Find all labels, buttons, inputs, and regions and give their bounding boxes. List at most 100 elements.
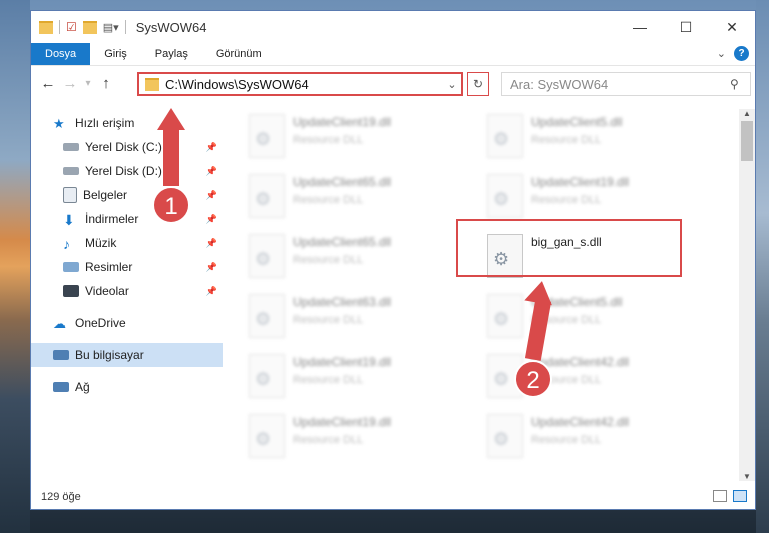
highlight-box-dll-file (456, 219, 682, 277)
ribbon-tabs: Dosya Giriş Paylaş Görünüm ⌄ ? (31, 43, 755, 66)
arrow-1-head (157, 108, 185, 130)
pin-icon[interactable]: 📌 (206, 142, 217, 153)
file-item[interactable]: ⚙ UpdateClient65.dll Resource DLL (223, 171, 443, 229)
dll-file-icon: ⚙ (487, 174, 523, 218)
document-icon (63, 187, 77, 203)
drive-icon (63, 143, 79, 151)
scrollbar-thumb[interactable] (741, 121, 753, 161)
sidebar-item-documents[interactable]: Belgeler 📌 (31, 183, 223, 207)
scroll-down-icon[interactable]: ▼ (739, 472, 755, 481)
sidebar-item-pictures[interactable]: Resimler 📌 (31, 255, 223, 279)
recent-locations-button[interactable]: ▾ (81, 78, 95, 89)
file-type: Resource DLL (293, 194, 364, 206)
separator (59, 20, 60, 34)
search-icon[interactable]: ⚲ (730, 77, 750, 91)
separator (124, 20, 126, 34)
arrow-1-shaft (163, 128, 179, 186)
view-buttons (713, 490, 747, 502)
file-name: UpdateClient19.dll (293, 415, 392, 429)
dll-file-icon: ⚙ (249, 174, 285, 218)
vertical-scrollbar[interactable]: ▲ ▼ (739, 109, 755, 481)
dll-file-icon: ⚙ (487, 114, 523, 158)
customize-toolbar-icon[interactable]: ▤▾ (103, 21, 119, 34)
scroll-up-icon[interactable]: ▲ (739, 109, 755, 118)
sidebar-item-label: Ağ (75, 380, 90, 394)
pin-icon[interactable]: 📌 (206, 262, 217, 273)
file-item[interactable]: ⚙ UpdateClient19.dll Resource DLL (223, 351, 443, 409)
file-list: ⚙ UpdateClient19.dll Resource DLL ⚙ Updat… (223, 109, 741, 477)
maximize-button[interactable]: ☐ (663, 11, 709, 43)
file-name: UpdateClient19.dll (531, 175, 630, 189)
computer-icon (53, 350, 69, 360)
video-icon (63, 285, 79, 297)
search-box[interactable]: Ara: SysWOW64 ⚲ (501, 72, 751, 96)
dll-file-icon: ⚙ (249, 414, 285, 458)
desktop-background-right (756, 0, 769, 533)
file-type: Resource DLL (531, 194, 602, 206)
sidebar-item-quick-access[interactable]: ★ Hızlı erişim (31, 111, 223, 135)
close-button[interactable]: ✕ (709, 11, 755, 43)
pin-icon[interactable]: 📌 (206, 190, 217, 201)
tab-share[interactable]: Paylaş (141, 43, 202, 65)
status-bar: 129 öğe (31, 485, 755, 509)
folder-icon (39, 20, 53, 34)
sidebar-item-videos[interactable]: Videolar 📌 (31, 279, 223, 303)
pin-icon[interactable]: 📌 (206, 286, 217, 297)
help-button[interactable]: ? (734, 46, 749, 61)
file-item[interactable]: ⚙ UpdateClient42.dll Resource DLL (461, 411, 681, 469)
search-input[interactable]: Ara: SysWOW64 (502, 77, 730, 92)
details-view-icon[interactable] (713, 490, 727, 502)
file-item[interactable]: ⚙ UpdateClient19.dll Resource DLL (223, 111, 443, 169)
sidebar-item-network[interactable]: Ağ (31, 375, 223, 399)
refresh-button[interactable]: ↻ (467, 72, 489, 96)
arrow-2-head (524, 278, 556, 306)
desktop-background-left (0, 0, 30, 533)
new-folder-icon[interactable] (82, 20, 97, 34)
sidebar-item-local-disk-d[interactable]: Yerel Disk (D:) 📌 (31, 159, 223, 183)
back-button[interactable]: ← (37, 75, 59, 92)
tab-view[interactable]: Görünüm (202, 43, 276, 65)
sidebar-item-downloads[interactable]: ⬇ İndirmeler 📌 (31, 207, 223, 231)
chevron-down-icon[interactable]: ⌄ (443, 78, 461, 91)
dll-file-icon: ⚙ (249, 114, 285, 158)
properties-icon[interactable]: ☑ (66, 20, 77, 34)
tab-file[interactable]: Dosya (31, 43, 91, 65)
file-name: UpdateClient19.dll (293, 115, 392, 129)
title-bar: ☑ ▤▾ SysWOW64 — ☐ ✕ (31, 11, 755, 43)
sidebar-item-local-disk-c[interactable]: Yerel Disk (C:) 📌 (31, 135, 223, 159)
dll-file-icon: ⚙ (487, 294, 523, 338)
up-button[interactable]: ↑ (95, 75, 117, 92)
minimize-button[interactable]: — (617, 11, 663, 43)
expand-ribbon-icon[interactable]: ⌄ (717, 47, 726, 60)
pin-icon[interactable]: 📌 (206, 238, 217, 249)
file-type: Resource DLL (293, 434, 364, 446)
sidebar-item-label: Hızlı erişim (75, 116, 135, 130)
dll-file-icon: ⚙ (249, 234, 285, 278)
file-type: Resource DLL (531, 134, 602, 146)
tab-home[interactable]: Giriş (90, 43, 141, 65)
file-type: Resource DLL (293, 134, 364, 146)
address-path[interactable]: C:\Windows\SysWOW64 (165, 77, 443, 92)
sidebar-item-onedrive[interactable]: ☁ OneDrive (31, 311, 223, 335)
sidebar-item-label: Yerel Disk (D:) (85, 164, 162, 178)
forward-button[interactable]: → (59, 75, 81, 92)
sidebar-item-label: İndirmeler (85, 212, 139, 226)
file-name: UpdateClient65.dll (293, 175, 392, 189)
pin-icon[interactable]: 📌 (206, 214, 217, 225)
drive-icon (63, 167, 79, 175)
sidebar-item-this-pc[interactable]: Bu bilgisayar (31, 343, 223, 367)
file-item[interactable]: ⚙ UpdateClient5.dll Resource DLL (461, 111, 681, 169)
sidebar-item-label: Belgeler (83, 188, 128, 202)
dll-file-icon: ⚙ (249, 354, 285, 398)
sidebar-item-music[interactable]: ♪ Müzik 📌 (31, 231, 223, 255)
music-icon: ♪ (63, 236, 70, 252)
address-bar[interactable]: C:\Windows\SysWOW64 ⌄ (137, 72, 463, 96)
file-item[interactable]: ⚙ UpdateClient19.dll Resource DLL (223, 411, 443, 469)
file-item[interactable]: ⚙ UpdateClient65.dll Resource DLL (223, 231, 443, 289)
sidebar-item-label: Bu bilgisayar (75, 348, 144, 362)
pin-icon[interactable]: 📌 (206, 166, 217, 177)
file-item[interactable]: ⚙ UpdateClient63.dll Resource DLL (223, 291, 443, 349)
file-item[interactable]: ⚙ UpdateClient42.dll Resource DLL (461, 351, 681, 409)
large-icons-view-icon[interactable] (733, 490, 747, 502)
file-item[interactable]: ⚙ UpdateClient5.dll Resource DLL (461, 291, 681, 349)
